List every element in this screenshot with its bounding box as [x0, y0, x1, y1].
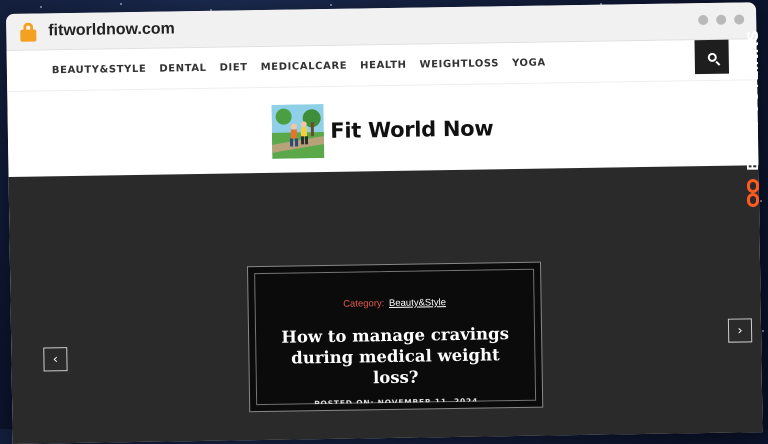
chevron-left-icon: ‹ [52, 351, 59, 367]
chevron-right-icon: › [737, 322, 743, 339]
site-header: Fit World Now [7, 80, 759, 180]
nav-item-weightloss[interactable]: WEIGHTLOSS [419, 58, 499, 70]
window-dot-icon[interactable] [716, 14, 727, 25]
site-title[interactable]: Fit World Now [330, 116, 493, 143]
site-logo-icon[interactable] [271, 104, 325, 159]
category-label: Category: [343, 298, 385, 310]
featured-post-card: Category: Beauty&Style How to manage cra… [248, 262, 543, 412]
search-button[interactable] [694, 39, 730, 75]
category-link[interactable]: Beauty&Style [389, 297, 446, 309]
slider-prev-button[interactable]: ‹ [43, 347, 68, 372]
link-chain-icon [745, 178, 763, 211]
nav-item-beauty-style[interactable]: BEAUTY&STYLE [52, 63, 147, 75]
watermark-text: BESTPOSTLINKS [745, 30, 762, 171]
lock-icon [20, 22, 38, 42]
nav-item-health[interactable]: HEALTH [360, 59, 407, 71]
nav-item-dental[interactable]: DENTAL [159, 62, 206, 74]
slider-next-button[interactable]: › [727, 318, 753, 343]
window-controls [698, 14, 745, 26]
hero-slider: ‹ › Category: Beauty&Style How to manage… [8, 165, 763, 444]
url-text[interactable]: fitworldnow.com [48, 20, 175, 40]
side-watermark: BESTPOSTLINKS [742, 30, 766, 230]
browser-window: fitworldnow.com BEAUTY&STYLE DENTAL DIET… [6, 2, 763, 444]
nav-item-diet[interactable]: DIET [220, 62, 248, 73]
search-icon [707, 52, 717, 62]
nav-item-yoga[interactable]: YOGA [512, 57, 546, 69]
window-dot-icon[interactable] [698, 14, 709, 26]
nav-item-medicalcare[interactable]: MEDICALCARE [261, 60, 348, 72]
window-dot-icon[interactable] [734, 14, 745, 25]
post-date: POSTED ON: NOVEMBER 11, 2024 [314, 396, 479, 409]
post-category: Category: Beauty&Style [256, 296, 534, 311]
post-headline[interactable]: How to manage cravings during medical we… [270, 323, 521, 390]
